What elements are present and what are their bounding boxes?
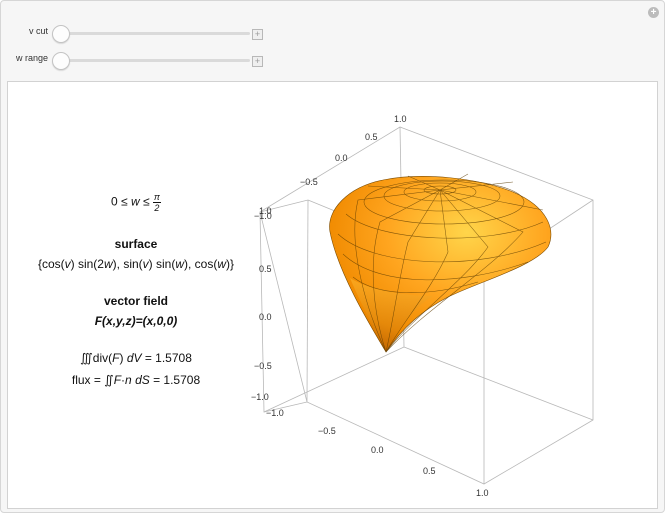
output-panel: 0 ≤ w ≤ π2 surface {cos(v) sin(2w), sin(… <box>7 81 658 509</box>
bottom-tick-4: 0.5 <box>423 466 436 476</box>
left-axis-ticks: 1.0 0.5 0.0 −0.5 −1.0 <box>251 206 272 402</box>
w-range-slider-track[interactable] <box>58 59 250 62</box>
v-cut-control: v cut + <box>0 22 270 44</box>
surface-3d-plot[interactable]: 1.0 0.5 0.0 −0.5 −1.0 1.0 0.5 0.0 −0.5 −… <box>8 82 657 508</box>
w-range-label: w range <box>15 53 48 63</box>
w-range-expand-plus-icon[interactable]: + <box>252 56 263 67</box>
v-cut-label: v cut <box>28 26 48 36</box>
left-tick-3: 0.0 <box>259 312 272 322</box>
v-cut-expand-plus-icon[interactable]: + <box>252 29 263 40</box>
bottom-tick-5: 1.0 <box>476 488 489 498</box>
bottom-axis-ticks: −1.0 −0.5 0.0 0.5 1.0 <box>266 408 489 498</box>
v-cut-slider-track[interactable] <box>58 32 250 35</box>
v-cut-slider-thumb[interactable] <box>52 25 70 43</box>
bottom-tick-3: 0.0 <box>371 445 384 455</box>
top-tick-4: −0.5 <box>300 177 318 187</box>
left-tick-1: 1.0 <box>259 206 272 216</box>
left-tick-5: −1.0 <box>251 392 269 402</box>
w-range-control: w range + <box>0 49 270 71</box>
bottom-tick-1: −1.0 <box>266 408 284 418</box>
left-tick-4: −0.5 <box>254 361 272 371</box>
bottom-tick-2: −0.5 <box>318 426 336 436</box>
w-range-slider-thumb[interactable] <box>52 52 70 70</box>
left-tick-2: 0.5 <box>259 264 272 274</box>
top-tick-2: 0.5 <box>365 132 378 142</box>
options-plus-icon[interactable]: + <box>648 7 659 18</box>
orange-surface <box>329 173 552 353</box>
top-tick-1: 1.0 <box>394 114 407 124</box>
top-tick-3: 0.0 <box>335 153 348 163</box>
